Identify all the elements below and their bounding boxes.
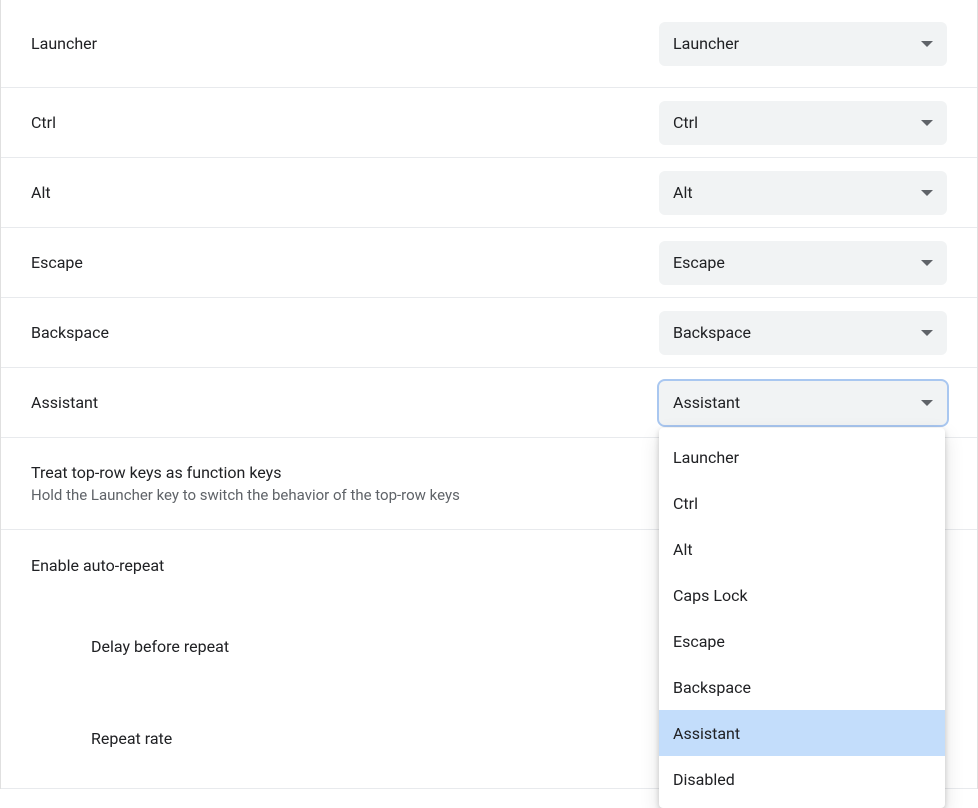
key-label: Alt: [31, 183, 51, 202]
select-value: Launcher: [673, 34, 739, 53]
key-select-escape[interactable]: Escape: [659, 241, 947, 285]
select-value: Ctrl: [673, 113, 698, 132]
chevron-down-icon: [921, 41, 933, 47]
menu-option-disabled[interactable]: Disabled: [659, 756, 945, 802]
select-value: Backspace: [673, 323, 751, 342]
key-select-alt[interactable]: Alt: [659, 171, 947, 215]
key-select-launcher[interactable]: Launcher: [659, 22, 947, 66]
top-row-label: Treat top-row keys as function keys: [31, 463, 460, 482]
menu-option-caps-lock[interactable]: Caps Lock: [659, 572, 945, 618]
key-select-backspace[interactable]: Backspace: [659, 311, 947, 355]
select-value: Alt: [673, 183, 693, 202]
menu-option-assistant[interactable]: Assistant: [659, 710, 945, 756]
key-label: Assistant: [31, 393, 98, 412]
key-row-launcher: Launcher Launcher: [1, 0, 977, 88]
chevron-down-icon: [921, 120, 933, 126]
menu-option-launcher[interactable]: Launcher: [659, 434, 945, 480]
menu-option-backspace[interactable]: Backspace: [659, 664, 945, 710]
key-label: Ctrl: [31, 113, 56, 132]
key-row-backspace: Backspace Backspace: [1, 298, 977, 368]
key-select-ctrl[interactable]: Ctrl: [659, 101, 947, 145]
delay-label: Delay before repeat: [91, 637, 229, 656]
key-select-assistant[interactable]: Assistant: [659, 381, 947, 425]
chevron-down-icon: [921, 330, 933, 336]
top-row-sublabel: Hold the Launcher key to switch the beha…: [31, 486, 460, 504]
auto-repeat-label: Enable auto-repeat: [31, 556, 164, 575]
select-value: Assistant: [673, 393, 740, 412]
menu-option-escape[interactable]: Escape: [659, 618, 945, 664]
chevron-down-icon: [921, 400, 933, 406]
key-label: Escape: [31, 253, 83, 272]
key-row-escape: Escape Escape: [1, 228, 977, 298]
chevron-down-icon: [921, 260, 933, 266]
select-value: Escape: [673, 253, 725, 272]
key-row-ctrl: Ctrl Ctrl: [1, 88, 977, 158]
chevron-down-icon: [921, 190, 933, 196]
key-label: Backspace: [31, 323, 109, 342]
rate-label: Repeat rate: [91, 729, 172, 748]
key-label: Launcher: [31, 34, 97, 53]
assistant-dropdown-menu: LauncherCtrlAltCaps LockEscapeBackspaceA…: [659, 428, 945, 808]
menu-option-alt[interactable]: Alt: [659, 526, 945, 572]
key-row-alt: Alt Alt: [1, 158, 977, 228]
menu-option-ctrl[interactable]: Ctrl: [659, 480, 945, 526]
